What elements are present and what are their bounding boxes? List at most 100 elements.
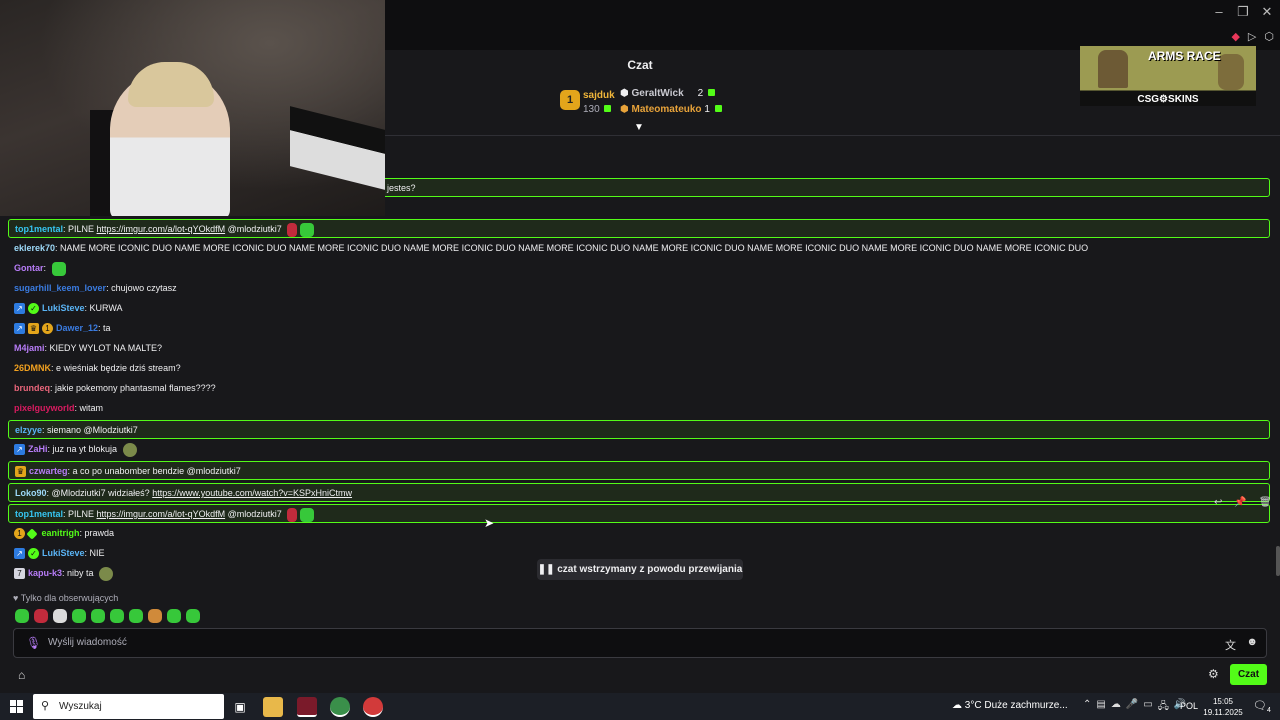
notification-icon[interactable]: 🗨4 bbox=[1253, 699, 1271, 714]
search-icon: ⚲ bbox=[41, 700, 50, 712]
leader-name: GeraltWick bbox=[631, 88, 684, 99]
subscriber-badge-icon: ↗ bbox=[14, 548, 25, 560]
emote[interactable] bbox=[167, 609, 181, 623]
username[interactable]: M4jami bbox=[14, 343, 45, 353]
username[interactable]: Dawer_12 bbox=[56, 323, 98, 333]
chat-message[interactable]: elzyye: siemano @Mlodziutki7 bbox=[8, 420, 1270, 439]
pocket-icon[interactable]: ◆ bbox=[1231, 30, 1239, 43]
tray-app-icon[interactable]: ▤ bbox=[1096, 699, 1105, 716]
username[interactable]: Gontar bbox=[14, 263, 44, 273]
play-icon[interactable]: ▷ bbox=[1248, 30, 1256, 43]
file-explorer-icon[interactable] bbox=[263, 697, 283, 717]
chat-message[interactable]: brundeq: jakie pokemony phantasmal flame… bbox=[8, 379, 1270, 398]
chat-message[interactable]: 26DMNK: e wieśniak będzie dziś stream? bbox=[8, 359, 1270, 378]
username[interactable]: LukiSteve bbox=[42, 548, 85, 558]
username[interactable]: top1mental bbox=[15, 224, 63, 234]
username[interactable]: kapu-k3 bbox=[28, 568, 62, 578]
message-link[interactable]: https://imgur.com/a/lot-qYOkdfM bbox=[97, 509, 226, 519]
windows-start-icon[interactable] bbox=[10, 700, 23, 713]
chat-message[interactable]: Gontar: bbox=[8, 259, 1270, 278]
chat-message[interactable]: top1mental: PILNE https://imgur.com/a/lo… bbox=[8, 219, 1270, 238]
chat-message[interactable]: M4jami: KIEDY WYLOT NA MALTE? bbox=[8, 339, 1270, 358]
username[interactable]: top1mental bbox=[15, 509, 63, 519]
username[interactable]: ZaHi bbox=[28, 444, 48, 454]
emote[interactable] bbox=[148, 609, 162, 623]
pin-icon[interactable]: 📌 bbox=[1234, 497, 1246, 508]
csgoskins-ad[interactable]: ARMS RACE CSG⚙SKINS bbox=[1080, 46, 1256, 106]
translate-icon[interactable]: 文 bbox=[1225, 637, 1236, 653]
emote bbox=[300, 222, 315, 237]
webcam-overlay bbox=[0, 0, 385, 216]
leaderboard-second[interactable]: ⬢ GeraltWick 2 bbox=[620, 88, 715, 99]
chrome-icon[interactable] bbox=[330, 697, 350, 717]
username[interactable]: elzyye bbox=[15, 425, 42, 435]
send-chat-button[interactable]: Czat bbox=[1230, 664, 1267, 685]
restore-icon[interactable]: ❐ bbox=[1236, 4, 1250, 20]
weather-widget[interactable]: ☁ 3°C Duże zachmurze... bbox=[952, 700, 1068, 711]
store-icon[interactable]: ⌂ bbox=[18, 668, 25, 682]
gear-icon[interactable]: ⚙ bbox=[1208, 667, 1219, 681]
followers-only-notice: ♥ Tylko dla obserwujących bbox=[13, 593, 119, 603]
onedrive-icon[interactable]: ☁ bbox=[1111, 699, 1121, 716]
camera-icon[interactable]: ▭ bbox=[1143, 699, 1152, 716]
username[interactable]: Loko90 bbox=[15, 488, 47, 498]
minimize-icon[interactable]: – bbox=[1212, 4, 1226, 20]
emote[interactable] bbox=[110, 609, 124, 623]
username[interactable]: pixelguyworld bbox=[14, 403, 75, 413]
leader-count: 1 bbox=[704, 104, 710, 115]
puzzle-icon[interactable]: ⬡ bbox=[1264, 30, 1274, 43]
chat-message[interactable]: pixelguyworld: witam bbox=[8, 399, 1270, 418]
chat-message[interactable]: ↗ ZaHi: juz na yt blokuja bbox=[8, 440, 1270, 459]
collapse-leaderboard-icon[interactable]: ▼ bbox=[634, 122, 644, 133]
emoji-icon[interactable]: ☻ bbox=[1246, 636, 1258, 648]
username[interactable]: 26DMNK bbox=[14, 363, 51, 373]
heart-icon: ♥ bbox=[13, 593, 19, 603]
chat-paused-banner[interactable]: ❚❚ czat wstrzymany z powodu przewijania bbox=[537, 559, 743, 580]
chat-message[interactable]: ♛ czwarteg: a co po unabomber bendzie @ml… bbox=[8, 461, 1270, 480]
username[interactable]: eklerek70 bbox=[14, 243, 55, 253]
taskbar-search[interactable]: ⚲ Wyszukaj bbox=[33, 694, 224, 719]
close-icon[interactable]: ✕ bbox=[1260, 4, 1274, 20]
language-indicator[interactable]: POL bbox=[1180, 701, 1198, 711]
chat-message[interactable]: eklerek70: NAME MORE ICONIC DUO NAME MOR… bbox=[8, 239, 1270, 258]
input-placeholder: Wyślij wiadomość bbox=[48, 637, 127, 648]
chat-message[interactable]: Loko90: @Mlodziutki7 widziałeś? https://… bbox=[8, 483, 1270, 502]
microphone-icon[interactable]: 🎤 bbox=[1126, 699, 1138, 716]
emote[interactable] bbox=[186, 609, 200, 623]
reply-icon[interactable]: ↩ bbox=[1214, 497, 1222, 508]
chat-input[interactable]: 🎙 Wyślij wiadomość 文 ☻ bbox=[13, 628, 1267, 658]
emote[interactable] bbox=[72, 609, 86, 623]
username[interactable]: brundeq bbox=[14, 383, 50, 393]
quick-emote-bar bbox=[15, 609, 200, 623]
emote[interactable] bbox=[53, 609, 67, 623]
leaderboard-third[interactable]: ⬢ Mateomateuko 1 bbox=[620, 104, 722, 115]
emote[interactable] bbox=[34, 609, 48, 623]
message-link[interactable]: https://imgur.com/a/lot-qYOkdfM bbox=[97, 224, 226, 234]
app-icon[interactable] bbox=[363, 697, 383, 717]
username[interactable]: czwarteg bbox=[29, 466, 68, 476]
chevron-up-icon[interactable]: ⌃ bbox=[1083, 699, 1091, 716]
kick-chat-app: – ❐ ✕ ◆ ▷ ⬡ Czat 1 sajduk 130 ⬢ GeraltWi… bbox=[0, 0, 1280, 693]
username[interactable]: sugarhill_keem_lover bbox=[14, 283, 106, 293]
scrollbar[interactable] bbox=[1276, 546, 1280, 576]
delete-icon[interactable]: 🗑 bbox=[1259, 497, 1272, 508]
emote[interactable] bbox=[15, 609, 29, 623]
extension-icons: ◆ ▷ ⬡ bbox=[1231, 30, 1274, 43]
date: 19.11.2025 bbox=[1203, 708, 1243, 717]
emote[interactable] bbox=[91, 609, 105, 623]
emote[interactable] bbox=[129, 609, 143, 623]
chat-message[interactable]: 1 eanitrigh: prawda bbox=[8, 524, 1270, 543]
username[interactable]: LukiSteve bbox=[42, 303, 85, 313]
microphone-icon[interactable]: 🎙 bbox=[26, 636, 41, 650]
message-link[interactable]: https://www.youtube.com/watch?v=KSPxHniC… bbox=[152, 488, 352, 498]
network-icon[interactable]: 🖧 bbox=[1158, 699, 1169, 716]
chat-message[interactable]: sugarhill_keem_lover: chujowo czytasz bbox=[8, 279, 1270, 298]
task-view-icon[interactable]: ▣ bbox=[230, 697, 250, 717]
chat-message[interactable]: ↗ ✓ LukiSteve: KURWA bbox=[8, 299, 1270, 318]
clock[interactable]: 15:05 19.11.2025 bbox=[1203, 696, 1243, 718]
username[interactable]: eanitrigh bbox=[42, 528, 80, 538]
chat-message[interactable]: ↗ ♛ 1 Dawer_12: ta bbox=[8, 319, 1270, 338]
chat-message[interactable]: top1mental: PILNE https://imgur.com/a/lo… bbox=[8, 504, 1270, 523]
mouse-cursor-icon: ➤ bbox=[484, 516, 495, 530]
opera-icon[interactable] bbox=[297, 697, 317, 717]
